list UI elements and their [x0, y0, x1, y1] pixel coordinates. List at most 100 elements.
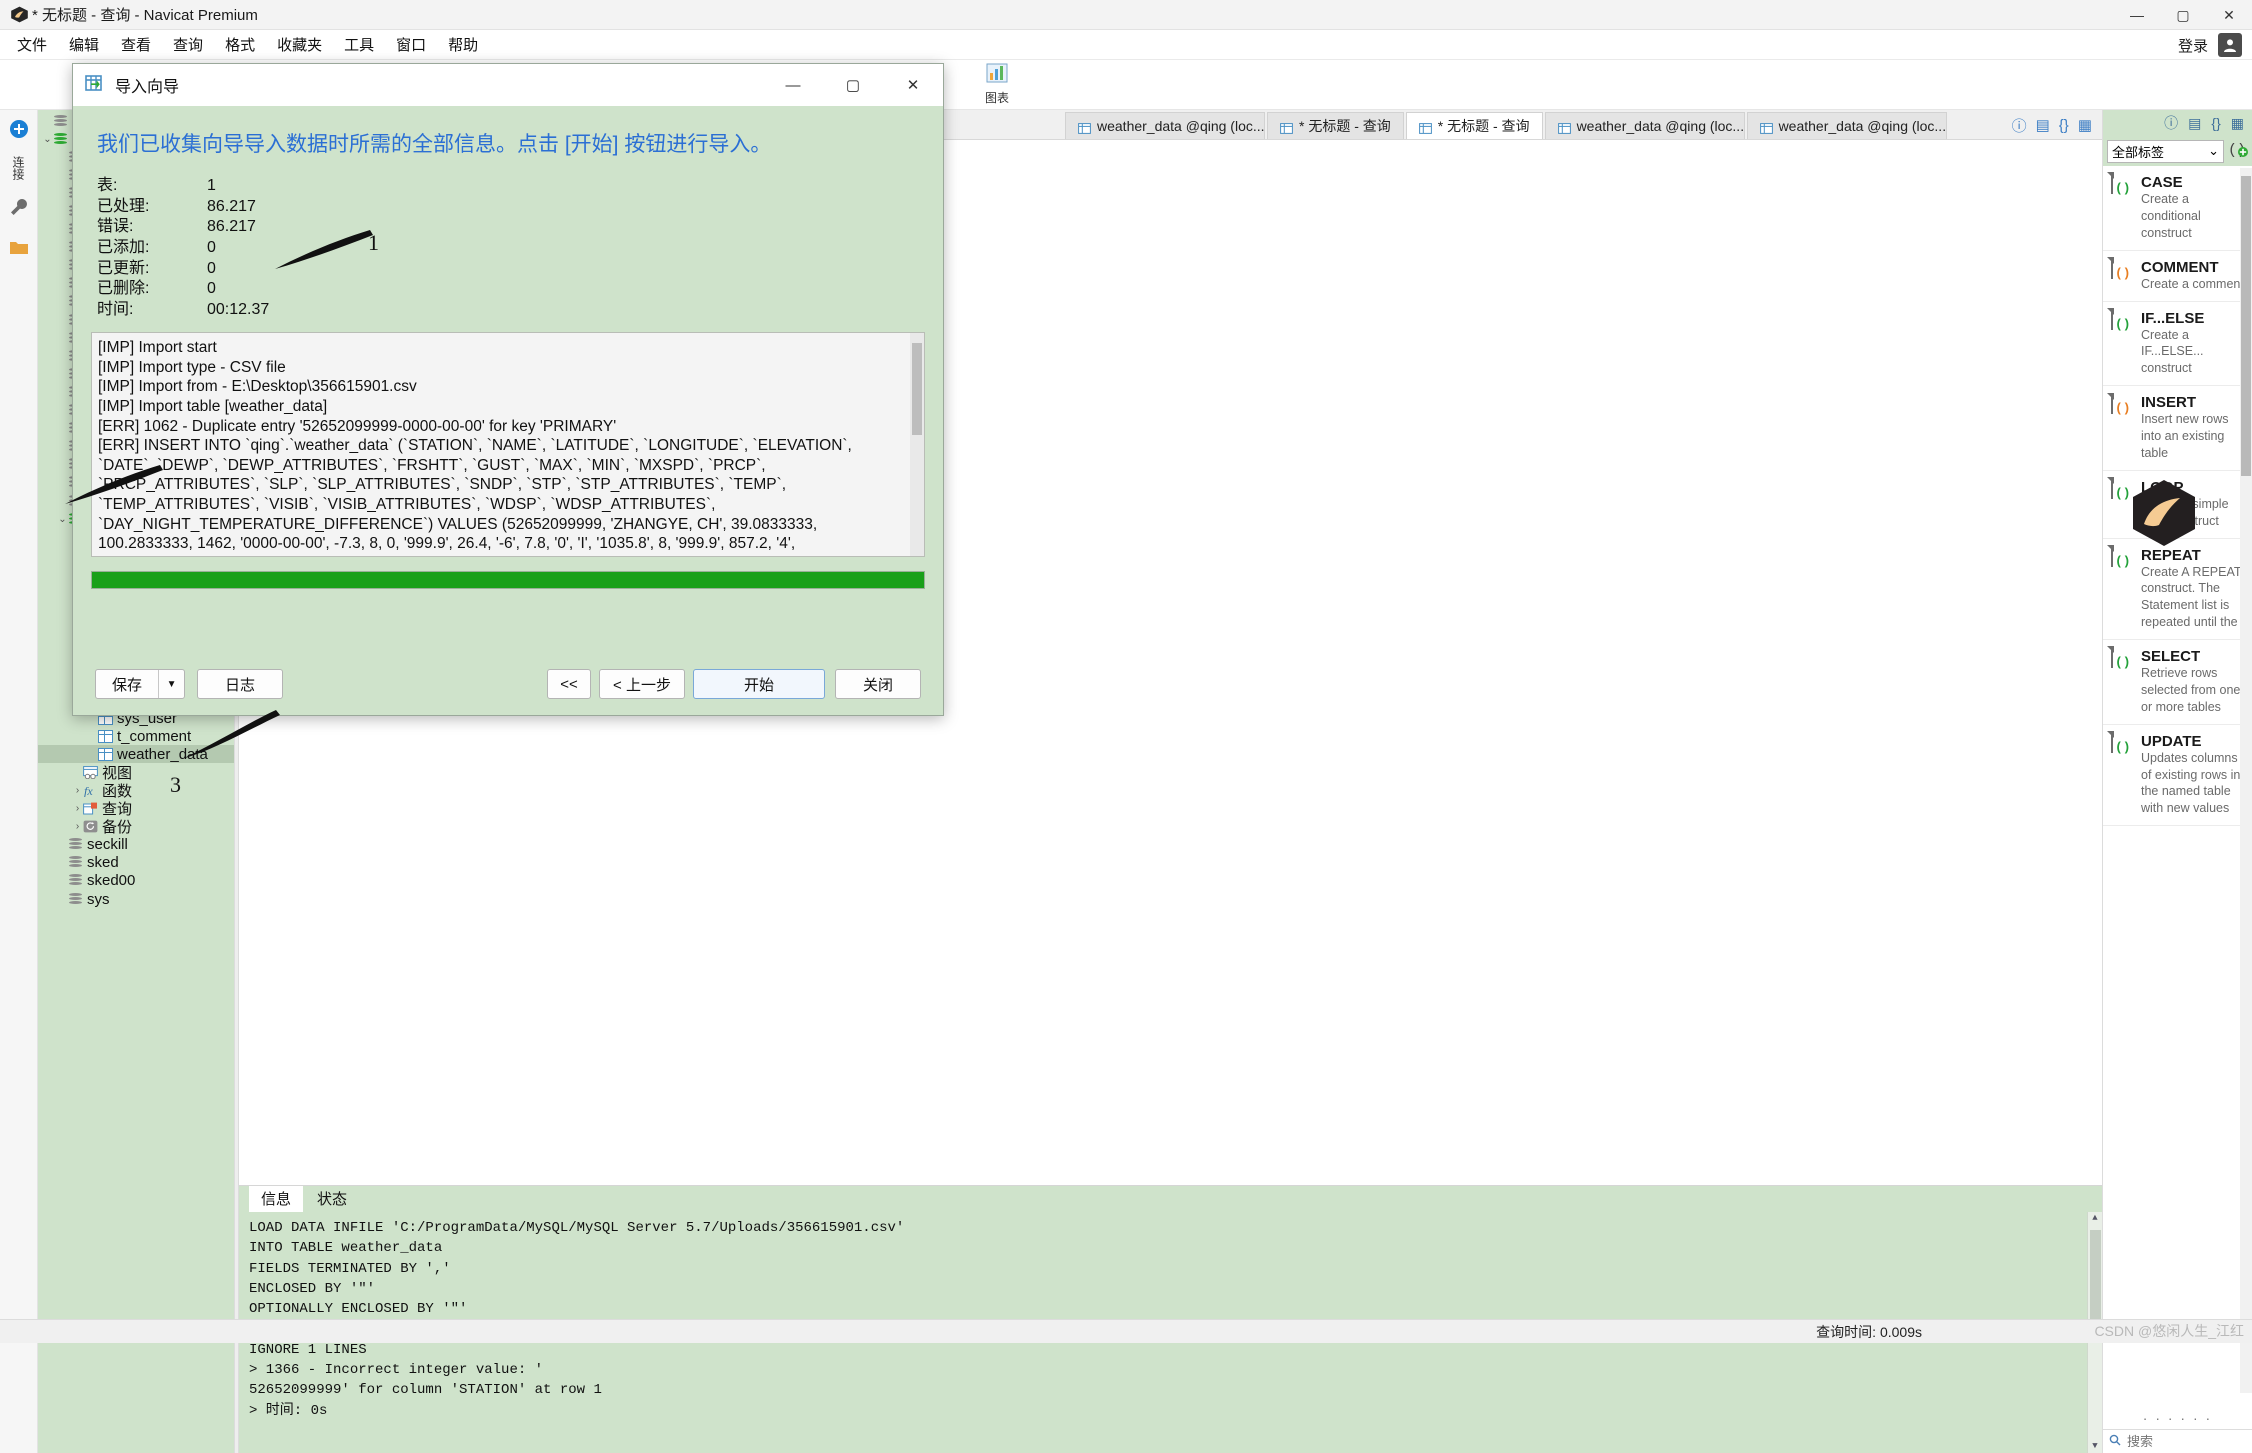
query-time-label: 查询时间: 0.009s	[1816, 1323, 1922, 1340]
wrench-icon[interactable]	[6, 194, 32, 220]
snippet-item-UPDATE[interactable]: () UPDATE Updates columns of existing rows…	[2103, 725, 2252, 827]
tree-item-seckill[interactable]: seckill	[38, 836, 234, 854]
toolbar-chart-button[interactable]: 图表	[966, 61, 1028, 109]
editor-tab-label: * 无标题 - 查询	[1437, 118, 1530, 134]
snippet-item-CASE[interactable]: () CASE Create a conditional construct	[2103, 166, 2252, 251]
table-icon	[98, 747, 113, 761]
snippet-tag-select[interactable]: 全部标签 ⌄	[2107, 139, 2224, 163]
code-braces-icon[interactable]: {}	[2059, 117, 2069, 134]
comment-icon[interactable]: ▤	[2036, 116, 2050, 134]
tree-item-[interactable]: › 备份	[38, 818, 234, 836]
menu-format[interactable]: 格式	[214, 30, 266, 59]
folder-icon[interactable]	[6, 234, 32, 260]
log-scrollbar[interactable]	[910, 333, 924, 557]
info-circle-icon[interactable]: ⓘ	[2012, 115, 2027, 136]
braces-icon[interactable]: {}	[2211, 115, 2220, 131]
grid-icon[interactable]: ▦	[2231, 115, 2244, 132]
snippet-overflow-dots[interactable]: · · · · · ·	[2103, 1407, 2252, 1429]
snippet-item-INSERT[interactable]: () INSERT Insert new rows into an existing…	[2103, 386, 2252, 471]
tree-item-[interactable]: › 查询	[38, 800, 234, 818]
tree-item-weather_data[interactable]: weather_data	[38, 745, 234, 764]
connection-add-icon[interactable]	[6, 116, 32, 142]
minimize-button[interactable]: —	[2114, 0, 2160, 30]
tree-twisty[interactable]: ›	[72, 803, 83, 814]
stat-key: 已删除:	[97, 280, 150, 298]
result-tab-status[interactable]: 状态	[305, 1186, 359, 1212]
menu-favorites[interactable]: 收藏夹	[266, 30, 333, 59]
snippet-desc: Create a IF...ELSE... construct	[2141, 327, 2204, 376]
first-step-button[interactable]: <<	[547, 669, 591, 699]
tree-twisty[interactable]: ⌄	[42, 134, 53, 145]
snippet-doc-icon: ()	[2111, 545, 2135, 575]
menu-tools[interactable]: 工具	[333, 30, 385, 59]
menu-edit[interactable]: 编辑	[58, 30, 110, 59]
start-button[interactable]: 开始	[693, 669, 825, 699]
maximize-button[interactable]: ▢	[2160, 0, 2206, 30]
annotation-number-3: 3	[170, 772, 181, 797]
editor-tab-3[interactable]: weather_data @qing (loc...	[1544, 112, 1745, 139]
menu-help[interactable]: 帮助	[437, 30, 489, 59]
close-dialog-button[interactable]: 关闭	[835, 669, 921, 699]
view-icon	[83, 766, 98, 780]
login-label[interactable]: 登录	[2178, 35, 2208, 56]
save-button[interactable]: 保存 ▼	[95, 669, 186, 699]
note-icon[interactable]: ▤	[2188, 115, 2201, 132]
tree-item-sked00[interactable]: sked00	[38, 872, 234, 890]
tree-item-[interactable]: › fx 函数	[38, 781, 234, 800]
import-stats: 表: 1 已处理: 86.217 错误: 86.217 已添加: 0 已更新: 0 已删除: 0 时间:…	[73, 158, 943, 320]
snippet-item-IFELSE[interactable]: () IF...ELSE Create a IF...ELSE... constru…	[2103, 302, 2252, 387]
tree-twisty[interactable]: ›	[72, 785, 83, 796]
panel-toggle-icon[interactable]: ▦	[2078, 116, 2092, 134]
snippet-scrollbar[interactable]	[2240, 168, 2252, 1393]
editor-tab-0[interactable]: weather_data @qing (loc...	[1065, 112, 1265, 139]
add-snippet-icon[interactable]: ()	[2228, 139, 2248, 164]
scroll-up-arrow[interactable]: ▲	[2088, 1213, 2102, 1223]
prev-step-button[interactable]: < 上一步	[599, 669, 685, 699]
tree-item-t_comment[interactable]: t_comment	[38, 727, 234, 745]
tree-item-[interactable]: 视图	[38, 763, 234, 782]
tree-item-label: t_comment	[117, 727, 192, 745]
snippet-item-SELECT[interactable]: () SELECT Retrieve rows selected from one …	[2103, 640, 2252, 725]
tree-item-sked[interactable]: sked	[38, 854, 234, 872]
tree-item-sys[interactable]: sys	[38, 890, 234, 908]
snippet-search-input[interactable]	[2125, 1433, 2225, 1450]
snippet-item-REPEAT[interactable]: () REPEAT Create A REPEAT construct. The S…	[2103, 539, 2252, 640]
editor-tab-4[interactable]: weather_data @qing (loc...	[1746, 112, 1947, 139]
close-button[interactable]: ✕	[2206, 0, 2252, 30]
stat-value: 86.217	[207, 197, 256, 215]
log-line: [ERR] 1062 - Duplicate entry '5265209999…	[98, 417, 617, 435]
menu-window[interactable]: 窗口	[385, 30, 437, 59]
editor-tab-1[interactable]: * 无标题 - 查询	[1267, 112, 1404, 139]
import-wizard-icon	[85, 75, 107, 95]
import-log[interactable]: [IMP] Import start [IMP] Import type - CS…	[91, 332, 925, 558]
stat-row: 错误: 86.217	[97, 217, 943, 238]
scroll-down-arrow[interactable]: ▼	[2088, 1441, 2102, 1451]
menu-file[interactable]: 文件	[6, 30, 58, 59]
backup-icon	[83, 820, 98, 833]
snippet-title: CASE	[2141, 174, 2183, 191]
snippet-scroll-thumb[interactable]	[2241, 176, 2251, 476]
snippet-doc-icon: ()	[2111, 393, 2135, 422]
avatar[interactable]	[2218, 33, 2242, 57]
toolbar-chart-label: 图表	[984, 91, 1009, 105]
menu-view[interactable]: 查看	[110, 30, 162, 59]
snippet-search-row[interactable]	[2103, 1429, 2252, 1453]
editor-tab-2[interactable]: * 无标题 - 查询	[1405, 112, 1543, 139]
snippet-item-COMMENT[interactable]: () COMMENT Create a comment	[2103, 251, 2252, 302]
dialog-maximize-button[interactable]: ▢	[823, 64, 883, 106]
tree-item-label: sys	[87, 890, 110, 908]
dialog-close-button[interactable]: ✕	[883, 64, 943, 106]
tree-twisty[interactable]: ›	[72, 821, 83, 832]
snippet-list[interactable]: () CASE Create a conditional construct () CO…	[2103, 166, 2252, 1407]
log-button[interactable]: 日志	[197, 669, 284, 699]
result-scroll-thumb[interactable]	[2090, 1230, 2101, 1326]
tree-twisty[interactable]: ⌄	[57, 514, 68, 525]
dialog-minimize-button[interactable]: —	[763, 64, 823, 106]
stat-row: 已处理: 86.217	[97, 197, 943, 218]
save-dropdown-arrow[interactable]: ▼	[158, 670, 184, 698]
result-tab-info[interactable]: 信息	[249, 1186, 304, 1212]
menu-query[interactable]: 查询	[162, 30, 214, 59]
stat-value: 1	[207, 177, 216, 195]
log-scroll-thumb[interactable]	[912, 343, 922, 436]
info-icon[interactable]: ⓘ	[2164, 113, 2178, 133]
